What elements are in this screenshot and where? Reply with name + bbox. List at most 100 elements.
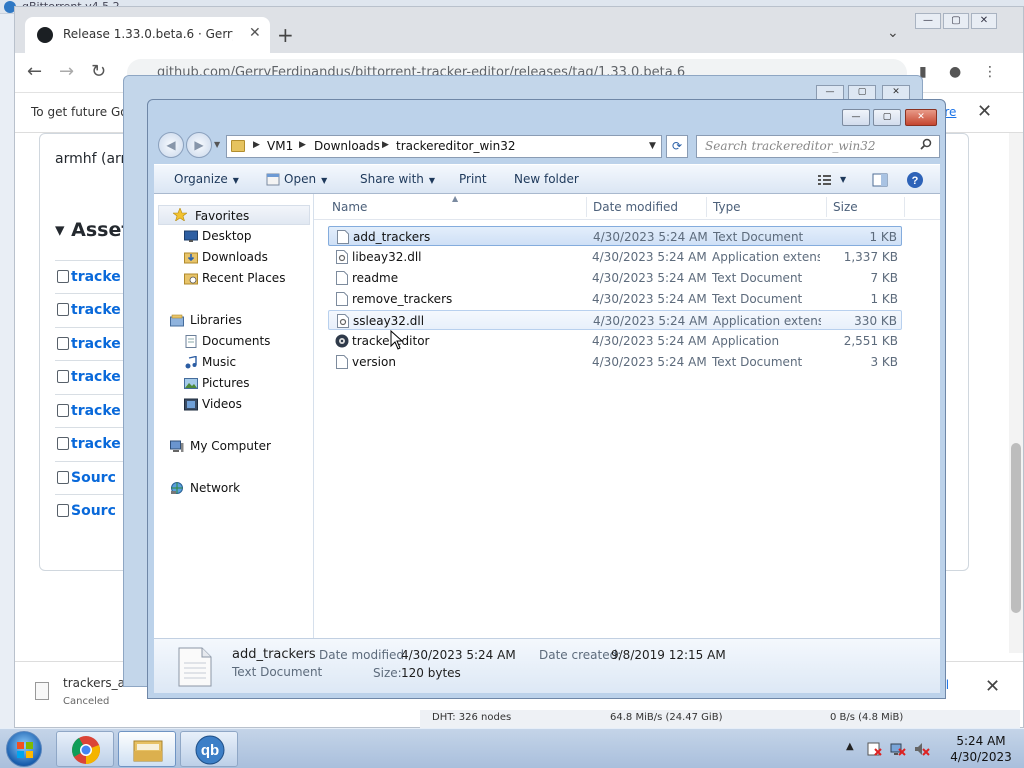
download-status: Canceled [63, 696, 110, 707]
pictures-icon [184, 378, 198, 389]
taskbar: qb ▲ 5:24 AM 4/30/2023 [0, 728, 1024, 768]
file-list: ▲ Name Date modified Type Size add_track… [314, 194, 940, 638]
nav-desktop[interactable]: Desktop [154, 226, 312, 246]
back-close-button[interactable]: ✕ [882, 85, 910, 100]
documents-icon [185, 335, 197, 348]
recent-pages-icon[interactable]: ▼ [214, 140, 220, 149]
chrome-minimize-button[interactable]: — [915, 13, 941, 29]
column-headers: ▲ Name Date modified Type Size [314, 194, 940, 220]
volume-muted-icon[interactable] [914, 741, 930, 757]
view-options-icon[interactable] [817, 173, 833, 186]
file-row-libeay32[interactable]: libeay32.dll 4/30/2023 5:24 AM Applicati… [328, 247, 902, 267]
breadcrumb-vm1[interactable]: VM1 [267, 139, 293, 153]
search-input[interactable]: Search trackereditor_win32 [696, 135, 940, 158]
column-type[interactable]: Type [713, 200, 741, 214]
system-tray: ▲ 5:24 AM 4/30/2023 [842, 729, 1024, 768]
close-button[interactable]: ✕ [905, 109, 937, 126]
new-tab-button[interactable]: + [277, 23, 294, 47]
column-separator [826, 197, 827, 217]
show-hidden-icons-icon[interactable]: ▲ [846, 741, 854, 752]
address-bar[interactable]: ▶ VM1 ▶ Downloads ▶ trackereditor_win32 … [226, 135, 662, 158]
upload-speed: 0 B/s (4.8 MiB) [830, 712, 904, 723]
nav-documents[interactable]: Documents [154, 331, 312, 351]
organize-button[interactable]: Organize ▼ [174, 172, 239, 186]
github-icon [37, 27, 53, 43]
column-name[interactable]: Name [332, 200, 367, 214]
back-button[interactable]: ◀ [158, 132, 184, 158]
back-minimize-button[interactable]: — [816, 85, 844, 100]
taskbar-qbittorrent[interactable]: qb [180, 731, 238, 767]
nav-downloads[interactable]: Downloads [154, 247, 312, 267]
search-icon[interactable] [920, 138, 932, 150]
dll-file-icon [336, 250, 348, 264]
taskbar-chrome[interactable] [56, 731, 114, 767]
breadcrumb-trackereditor[interactable]: trackereditor_win32 [396, 139, 516, 153]
nav-my-computer[interactable]: My Computer [154, 436, 312, 456]
nav-libraries[interactable]: Libraries [154, 310, 312, 330]
package-icon [57, 303, 69, 316]
tab-close-icon[interactable]: ✕ [249, 25, 261, 41]
text-file-icon [337, 230, 349, 244]
back-arrow-icon[interactable]: ← [27, 61, 42, 82]
chrome-tab[interactable]: Release 1.33.0.beta.6 · GerryFerdinandus… [25, 17, 270, 53]
details-pane: add_trackers Text Document Date modified… [154, 638, 940, 693]
chevron-right-icon[interactable]: ▶ [299, 140, 306, 150]
nav-network[interactable]: Network [154, 478, 312, 498]
network-icon [171, 482, 183, 494]
reload-icon[interactable]: ↻ [91, 61, 106, 82]
new-folder-button[interactable]: New folder [514, 172, 579, 186]
nav-music[interactable]: Music [154, 352, 312, 372]
breadcrumb-downloads[interactable]: Downloads [314, 139, 380, 153]
sort-ascending-icon: ▲ [452, 194, 459, 203]
network-tray-icon[interactable] [890, 741, 906, 757]
taskbar-explorer[interactable] [118, 731, 176, 767]
action-center-icon[interactable] [866, 741, 882, 757]
column-date-modified[interactable]: Date modified [593, 200, 678, 214]
view-dropdown-icon[interactable]: ▼ [840, 175, 846, 184]
address-dropdown-icon[interactable]: ▼ [649, 141, 656, 151]
qbittorrent-statusbar: DHT: 326 nodes 64.8 MiB/s (24.47 GiB) 0 … [420, 710, 1020, 728]
nav-recent-places[interactable]: Recent Places [154, 268, 312, 288]
file-row-add-trackers[interactable]: add_trackers 4/30/2023 5:24 AM Text Docu… [328, 226, 902, 246]
infobar-close-icon[interactable]: ✕ [977, 101, 992, 122]
menu-icon[interactable]: ⋮ [983, 64, 997, 80]
chevron-right-icon[interactable]: ▶ [253, 140, 260, 150]
star-icon [173, 208, 187, 221]
chrome-close-button[interactable]: ✕ [971, 13, 997, 29]
file-row-remove-trackers[interactable]: remove_trackers 4/30/2023 5:24 AM Text D… [328, 289, 902, 309]
chevron-right-icon[interactable]: ▶ [382, 140, 389, 150]
profile-icon[interactable]: ● [949, 64, 961, 80]
nav-pictures[interactable]: Pictures [154, 373, 312, 393]
infobar-text: To get future Go [31, 105, 128, 119]
package-icon [57, 437, 69, 450]
download-bar-close-icon[interactable]: ✕ [985, 676, 1000, 697]
refresh-icon[interactable]: ⟳ [666, 135, 688, 158]
maximize-button[interactable]: ▢ [873, 109, 901, 126]
page-scrollbar[interactable] [1009, 133, 1023, 653]
clock-time[interactable]: 5:24 AM [944, 734, 1018, 748]
clock-date[interactable]: 4/30/2023 [944, 750, 1018, 764]
column-size[interactable]: Size [833, 200, 858, 214]
nav-favorites[interactable]: Favorites [158, 205, 310, 225]
svg-text:?: ? [912, 175, 919, 187]
minimize-button[interactable]: — [842, 109, 870, 126]
preview-pane-icon[interactable] [872, 173, 888, 187]
tab-search-icon[interactable]: ⌄ [887, 25, 899, 41]
scrollbar-thumb[interactable] [1011, 443, 1021, 613]
back-maximize-button[interactable]: ▢ [848, 85, 876, 100]
help-icon[interactable]: ? [906, 171, 924, 189]
print-button[interactable]: Print [459, 172, 487, 186]
file-row-ssleay32[interactable]: ssleay32.dll 4/30/2023 5:24 AM Applicati… [328, 310, 902, 330]
share-with-button[interactable]: Share with ▼ [360, 172, 435, 186]
nav-videos[interactable]: Videos [154, 394, 312, 414]
forward-button[interactable]: ▶ [186, 132, 212, 158]
libraries-icon [170, 314, 184, 327]
forward-arrow-icon[interactable]: → [59, 61, 74, 82]
start-button[interactable] [6, 731, 42, 767]
file-row-version[interactable]: version 4/30/2023 5:24 AM Text Document … [328, 352, 902, 372]
file-row-readme[interactable]: readme 4/30/2023 5:24 AM Text Document 7… [328, 268, 902, 288]
open-button[interactable]: Open ▼ [284, 172, 327, 186]
file-row-trackereditor[interactable]: trackereditor 4/30/2023 5:24 AM Applicat… [328, 331, 902, 351]
windows-logo-icon [17, 742, 33, 758]
chrome-maximize-button[interactable]: ▢ [943, 13, 969, 29]
